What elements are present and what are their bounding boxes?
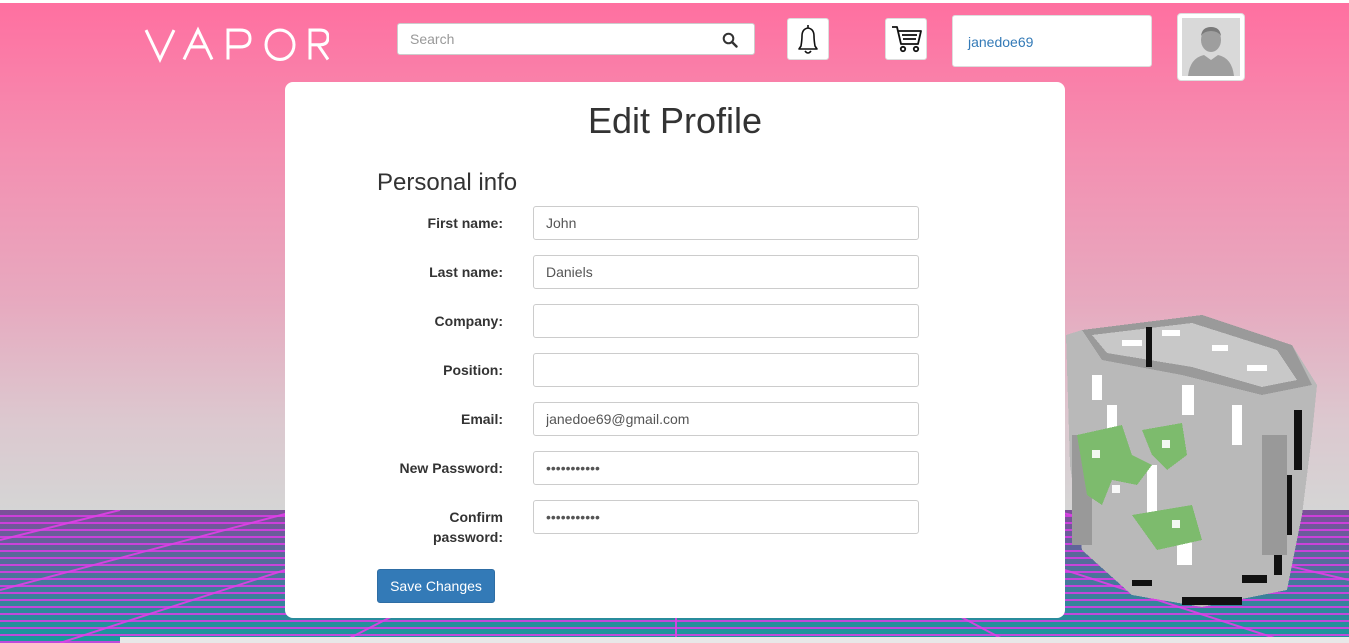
email-label: Email: [460,411,503,427]
new-password-field[interactable] [533,451,919,485]
company-field[interactable] [533,304,919,338]
notifications-button[interactable] [787,18,829,60]
search-bar[interactable] [397,23,755,55]
confirm-password-field[interactable] [533,500,919,534]
avatar-icon [1182,18,1240,76]
position-field[interactable] [533,353,919,387]
app-logo[interactable] [144,26,330,73]
top-border [0,0,1349,3]
section-title: Personal info [377,169,518,196]
position-label: Position: [443,362,503,378]
page-title: Edit Profile [587,100,763,141]
avatar[interactable] [1177,13,1245,81]
last-name-label: Last name: [429,264,503,280]
user-menu[interactable]: janedoe69 [952,15,1152,67]
first-name-field[interactable] [533,206,919,240]
save-changes-button[interactable]: Save Changes [377,569,495,603]
username-link[interactable]: janedoe69 [968,34,1033,50]
company-label: Company: [434,313,503,329]
confirm-password-label: Confirm password: [432,509,503,545]
bottom-bar [120,637,1349,643]
cart-icon [892,26,922,53]
cart-button[interactable] [885,18,927,60]
recycle-bin-icon [1062,315,1322,615]
first-name-label: First name: [427,215,503,231]
search-icon[interactable] [722,32,738,53]
email-field[interactable] [533,402,919,436]
new-password-label: New Password: [399,460,503,476]
bell-icon [798,25,818,54]
search-input[interactable] [398,24,722,54]
edit-profile-card: Edit Profile Personal info First name: L… [285,82,1065,618]
last-name-field[interactable] [533,255,919,289]
